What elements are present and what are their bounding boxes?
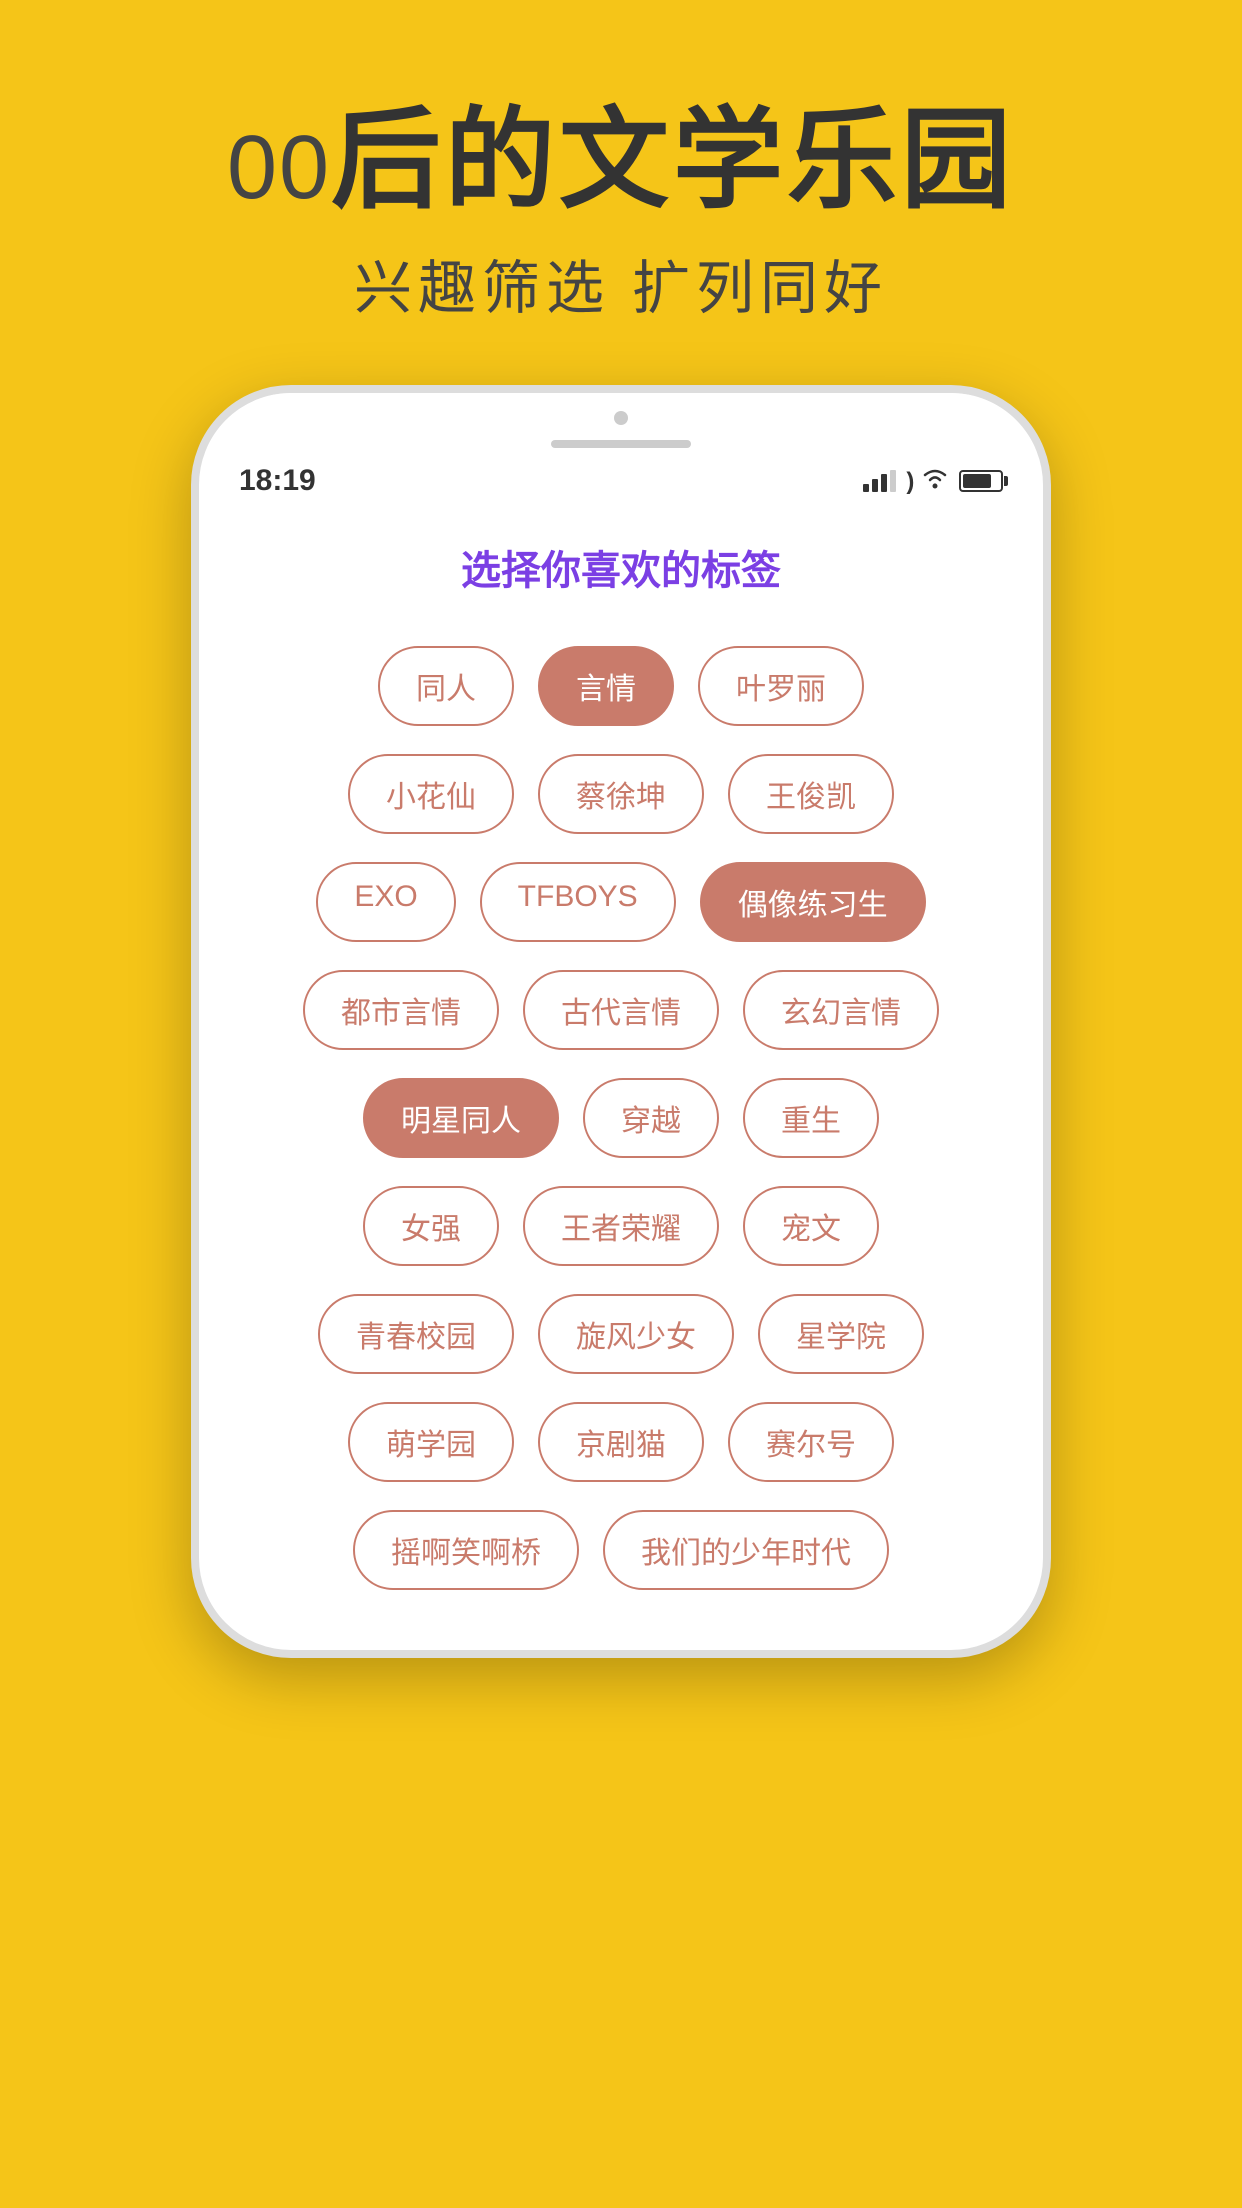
- tag-item[interactable]: 京剧猫: [538, 1402, 704, 1482]
- tag-row: 青春校园旋风少女星学院: [239, 1294, 1003, 1374]
- battery-icon: [959, 470, 1003, 492]
- tag-item[interactable]: 言情: [538, 646, 674, 726]
- tag-item[interactable]: 星学院: [758, 1294, 924, 1374]
- signal-icon: [863, 470, 896, 492]
- tag-item[interactable]: 赛尔号: [728, 1402, 894, 1482]
- tag-row: 摇啊笑啊桥我们的少年时代: [239, 1510, 1003, 1590]
- tag-item[interactable]: 穿越: [583, 1078, 719, 1158]
- tag-item[interactable]: 同人: [378, 646, 514, 726]
- header-section: 00后的文学乐园 兴趣筛选 扩列同好: [0, 0, 1242, 385]
- tag-item[interactable]: 宠文: [743, 1186, 879, 1266]
- tag-item[interactable]: 王者荣耀: [523, 1186, 719, 1266]
- tag-item[interactable]: 重生: [743, 1078, 879, 1158]
- wifi-icon: ): [906, 467, 949, 496]
- tag-item[interactable]: 都市言情: [303, 970, 499, 1050]
- tag-item[interactable]: 萌学园: [348, 1402, 514, 1482]
- header-subtitle: 兴趣筛选 扩列同好: [0, 241, 1242, 325]
- phone-frame: 18:19 ) 选择你喜欢的标签 同人言情叶罗丽小花仙蔡徐坤王俊凯: [191, 385, 1051, 1658]
- tag-item[interactable]: 女强: [363, 1186, 499, 1266]
- tag-item[interactable]: 蔡徐坤: [538, 754, 704, 834]
- title-main: 后的文学乐园: [331, 99, 1015, 222]
- tag-item[interactable]: 我们的少年时代: [603, 1510, 889, 1590]
- tag-item[interactable]: 旋风少女: [538, 1294, 734, 1374]
- status-icons: ): [863, 467, 1003, 496]
- tag-item[interactable]: 玄幻言情: [743, 970, 939, 1050]
- camera-dot: [614, 411, 628, 425]
- tag-row: EXO TFBOYS 偶像练习生: [239, 862, 1003, 942]
- tag-row: 同人言情叶罗丽: [239, 646, 1003, 726]
- phone-speaker: [551, 440, 691, 448]
- tag-item[interactable]: 明星同人: [363, 1078, 559, 1158]
- tag-item[interactable]: 古代言情: [523, 970, 719, 1050]
- status-bar: 18:19 ): [199, 448, 1043, 508]
- tag-item[interactable]: 王俊凯: [728, 754, 894, 834]
- tag-item[interactable]: 摇啊笑啊桥: [353, 1510, 579, 1590]
- tag-item[interactable]: 小花仙: [348, 754, 514, 834]
- status-time: 18:19: [239, 464, 316, 498]
- tag-item[interactable]: 叶罗丽: [698, 646, 864, 726]
- tag-row: 明星同人穿越重生: [239, 1078, 1003, 1158]
- screen-content: 选择你喜欢的标签 同人言情叶罗丽小花仙蔡徐坤王俊凯EXOTFBOYS偶像练习生都…: [199, 538, 1043, 1650]
- title-prefix: 00: [227, 118, 331, 218]
- tags-container: 同人言情叶罗丽小花仙蔡徐坤王俊凯EXOTFBOYS偶像练习生都市言情古代言情玄幻…: [239, 646, 1003, 1590]
- tag-row: 都市言情古代言情玄幻言情: [239, 970, 1003, 1050]
- tag-row: 萌学园京剧猫赛尔号: [239, 1402, 1003, 1482]
- tag-row: 小花仙蔡徐坤王俊凯: [239, 754, 1003, 834]
- header-title: 00后的文学乐园: [0, 100, 1242, 221]
- tag-row: 女强王者荣耀宠文: [239, 1186, 1003, 1266]
- tag-item[interactable]: EXO: [316, 862, 455, 942]
- tag-item[interactable]: 偶像练习生: [700, 862, 926, 942]
- tag-item[interactable]: TFBOYS: [480, 862, 676, 942]
- phone-notch: [199, 393, 1043, 448]
- tag-item[interactable]: 青春校园: [318, 1294, 514, 1374]
- page-title: 选择你喜欢的标签: [239, 538, 1003, 596]
